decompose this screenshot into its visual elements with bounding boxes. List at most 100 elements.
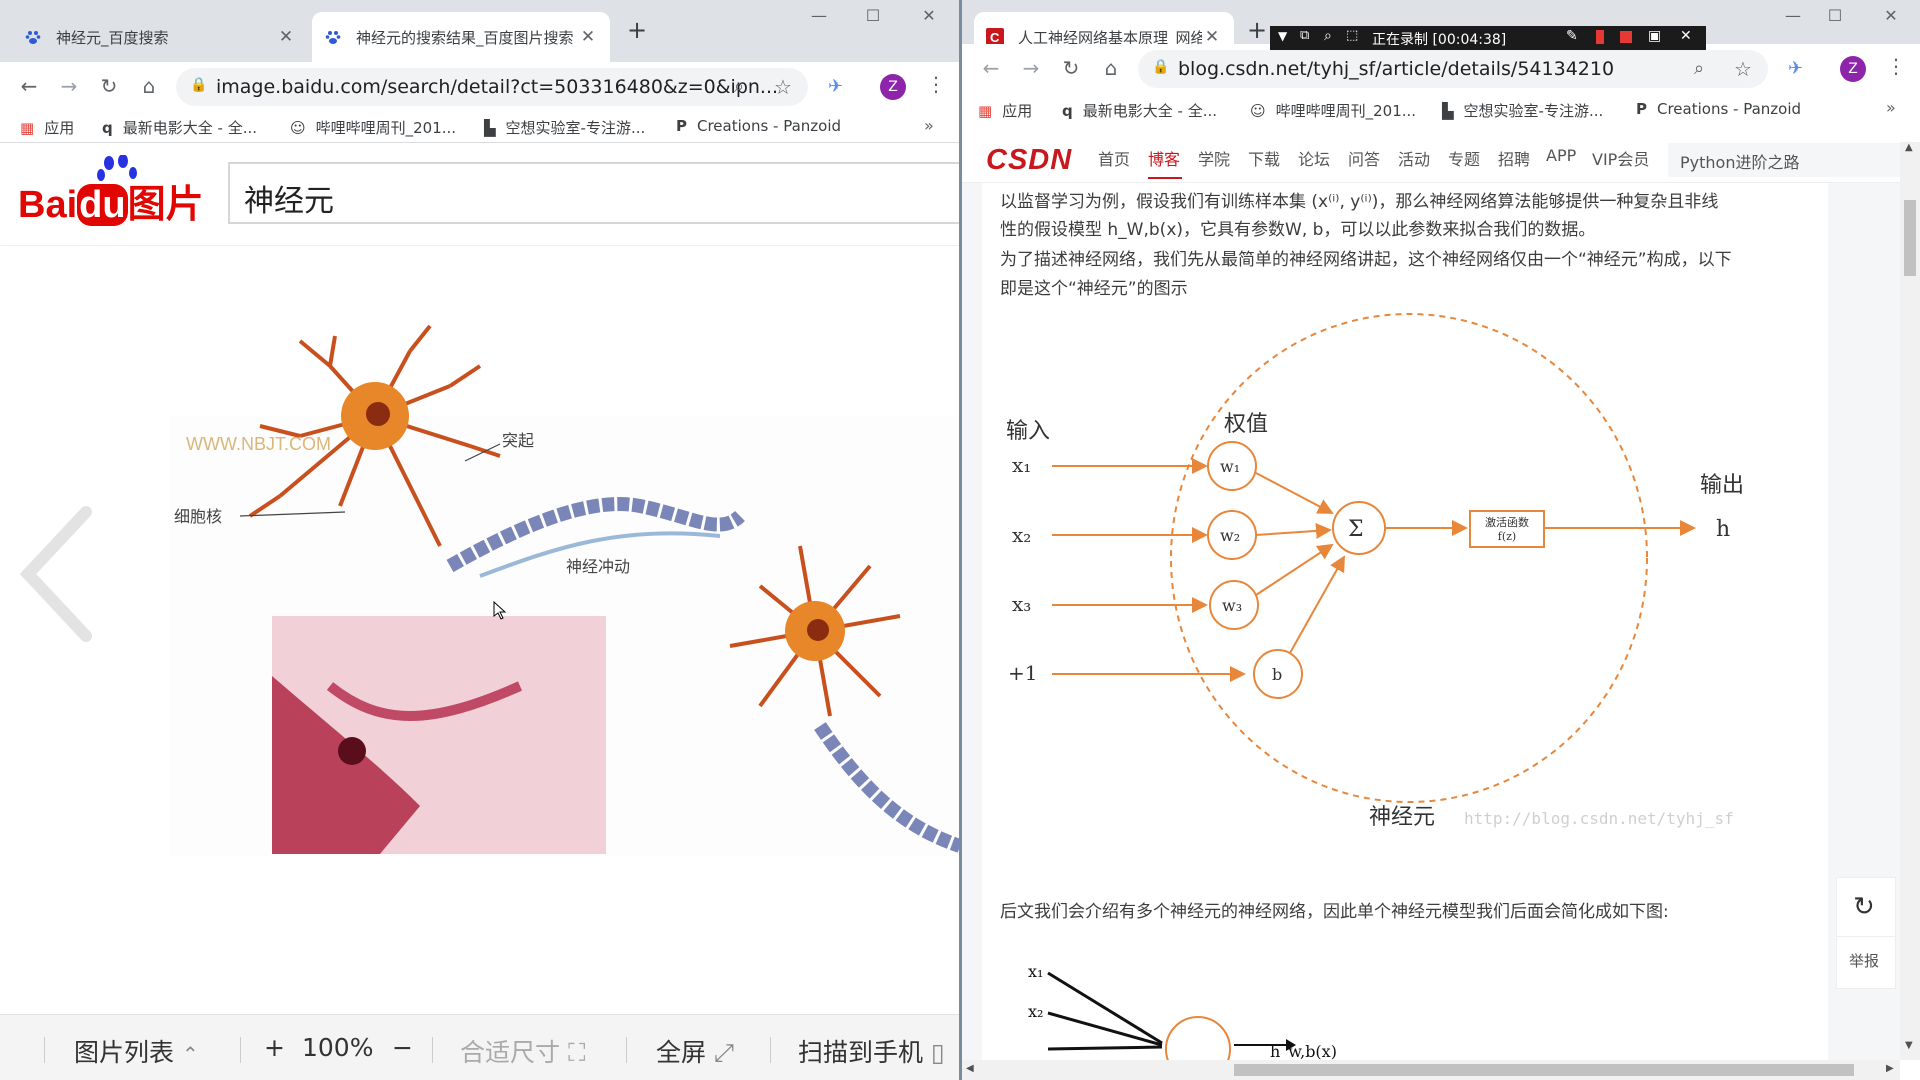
bookmark-apps[interactable]: ▦ 应用 bbox=[20, 117, 74, 138]
sum-symbol: Σ bbox=[1348, 517, 1364, 542]
horizontal-scrollbar[interactable]: ◀ ▶ bbox=[962, 1060, 1900, 1080]
neuron-image[interactable]: WWW.NBJT.COM 细胞核 突起 神经冲动 bbox=[0, 246, 960, 1014]
address-bar[interactable]: 🔒 blog.csdn.net/tyhj_sf/article/details/… bbox=[1138, 50, 1768, 88]
region-icon[interactable]: ⬚ bbox=[1346, 28, 1358, 43]
close-recorder-icon[interactable]: ✕ bbox=[1680, 28, 1692, 44]
stop-icon[interactable] bbox=[1620, 31, 1632, 43]
pen-icon[interactable]: ✎ bbox=[1566, 28, 1578, 44]
phone-icon: ▯ bbox=[930, 1038, 945, 1067]
bookmark-panzoid[interactable]: P Creations - Panzoid bbox=[676, 117, 841, 135]
home-icon[interactable]: ⌂ bbox=[1098, 56, 1124, 80]
nav-app[interactable]: APP bbox=[1546, 146, 1576, 165]
new-tab-button[interactable]: + bbox=[1242, 16, 1272, 44]
nav-download[interactable]: 下载 bbox=[1248, 146, 1280, 170]
bookmark-star-icon[interactable]: ☆ bbox=[774, 75, 792, 99]
image-list-button[interactable]: 图片列表 ⌃ bbox=[74, 1033, 199, 1069]
dropdown-icon[interactable]: ▼ bbox=[1278, 29, 1287, 43]
lock-icon: 🔒 bbox=[190, 77, 208, 93]
csdn-search-input[interactable]: Python进阶之路 bbox=[1668, 143, 1908, 177]
nav-academy[interactable]: 学院 bbox=[1198, 146, 1230, 170]
report-button[interactable]: 举报 bbox=[1849, 950, 1879, 971]
scroll-left-icon[interactable]: ◀ bbox=[966, 1063, 974, 1074]
home-icon[interactable]: ⌂ bbox=[136, 74, 162, 98]
bilibili-icon: ☺ bbox=[1250, 101, 1266, 120]
address-bar[interactable]: 🔒 image.baidu.com/search/detail?ct=50331… bbox=[176, 68, 808, 106]
image-viewer: WWW.NBJT.COM 细胞核 突起 神经冲动 bbox=[0, 246, 960, 1014]
minimize-button[interactable]: — bbox=[796, 6, 842, 25]
scroll-up-icon[interactable]: ▲ bbox=[1905, 142, 1913, 153]
fullscreen-button[interactable]: 全屏 ⤢ bbox=[656, 1033, 734, 1069]
pause-icon[interactable] bbox=[1596, 30, 1604, 44]
zoom-in-button[interactable]: + bbox=[264, 1033, 285, 1062]
refresh-feedback-icon[interactable]: ↻ bbox=[1853, 892, 1875, 922]
back-arrow-icon[interactable]: ← bbox=[16, 74, 42, 98]
nav-blog[interactable]: 博客 bbox=[1148, 146, 1180, 170]
zoom-icon[interactable]: ⌕ bbox=[734, 76, 744, 97]
minimize-button[interactable]: — bbox=[1770, 6, 1816, 25]
nav-home[interactable]: 首页 bbox=[1098, 146, 1130, 170]
zoom-icon[interactable]: ⌕ bbox=[1694, 58, 1704, 79]
extension-icon[interactable]: ✈ bbox=[828, 76, 843, 97]
profile-avatar[interactable]: Z bbox=[1840, 56, 1866, 82]
nav-vip[interactable]: VIP会员 bbox=[1592, 146, 1649, 170]
paragraph-line: 即是这个“神经元”的图示 bbox=[1000, 279, 1188, 299]
forward-arrow-icon[interactable]: → bbox=[56, 74, 82, 98]
reload-icon[interactable]: ↻ bbox=[1058, 56, 1084, 80]
bookmark-movies[interactable]: q 最新电影大全 - 全... bbox=[102, 117, 257, 138]
reload-icon[interactable]: ↻ bbox=[96, 74, 122, 98]
bookmark-bilibili[interactable]: ☺ 哔哩哔哩周刊_201... bbox=[1250, 100, 1416, 121]
scroll-down-icon[interactable]: ▼ bbox=[1905, 1040, 1913, 1051]
bookmark-kongxiang[interactable]: ▙ 空想实验室-专注游... bbox=[1442, 100, 1603, 121]
image-list-label: 图片列表 bbox=[74, 1038, 175, 1067]
vertical-scrollbar[interactable]: ▲ ▼ bbox=[1900, 142, 1920, 1060]
image-search-input[interactable]: 神经元 bbox=[228, 162, 960, 224]
menu-kebab-icon[interactable]: ⋮ bbox=[1886, 54, 1906, 78]
nav-forum[interactable]: 论坛 bbox=[1298, 146, 1330, 170]
csdn-logo[interactable]: CSDN bbox=[986, 144, 1072, 177]
close-tab-icon[interactable]: ✕ bbox=[276, 27, 296, 47]
neuron-label: 神经元 bbox=[1369, 805, 1435, 830]
new-tab-button[interactable]: + bbox=[622, 16, 652, 44]
q-icon: q bbox=[1062, 101, 1073, 120]
bookmark-kongxiang[interactable]: ▙ 空想实验室-专注游... bbox=[484, 117, 645, 138]
scan-label: 扫描到手机 bbox=[798, 1038, 924, 1067]
close-tab-icon[interactable]: ✕ bbox=[578, 27, 598, 47]
magnifier-icon[interactable]: ⌕ bbox=[1324, 28, 1332, 44]
bookmark-bilibili[interactable]: ☺ 哔哩哔哩周刊_201... bbox=[290, 117, 456, 138]
nav-qa[interactable]: 问答 bbox=[1348, 146, 1380, 170]
tab-baidu-image[interactable]: 神经元的搜索结果_百度图片搜索 ✕ bbox=[312, 12, 610, 62]
bookmark-movies[interactable]: q 最新电影大全 - 全... bbox=[1062, 100, 1217, 121]
maximize-button[interactable]: ☐ bbox=[1812, 6, 1858, 25]
extension-icon[interactable]: ✈ bbox=[1788, 58, 1803, 79]
nav-activity[interactable]: 活动 bbox=[1398, 146, 1430, 170]
scrollbar-thumb[interactable] bbox=[1904, 200, 1916, 276]
nav-topics[interactable]: 专题 bbox=[1448, 146, 1480, 170]
diagram-watermark: http://blog.csdn.net/tyhj_sf bbox=[1464, 809, 1734, 828]
weight-label: 权值 bbox=[1224, 412, 1268, 437]
close-window-button[interactable]: ✕ bbox=[1868, 6, 1914, 25]
window-icon[interactable]: ⧉ bbox=[1300, 28, 1309, 43]
panzoid-icon: P bbox=[1636, 100, 1647, 118]
nav-jobs[interactable]: 招聘 bbox=[1498, 146, 1530, 170]
bookmarks-overflow-icon[interactable]: » bbox=[1886, 98, 1896, 117]
scan-to-phone-button[interactable]: 扫描到手机 ▯ bbox=[798, 1033, 945, 1069]
bookmark-panzoid[interactable]: P Creations - Panzoid bbox=[1636, 100, 1801, 118]
scroll-right-icon[interactable]: ▶ bbox=[1886, 1063, 1894, 1074]
q-icon: q bbox=[102, 118, 113, 137]
menu-kebab-icon[interactable]: ⋮ bbox=[926, 72, 946, 96]
camera-icon[interactable]: ▣ bbox=[1648, 28, 1661, 44]
maximize-button[interactable]: ☐ bbox=[850, 6, 896, 25]
bookmark-star-icon[interactable]: ☆ bbox=[1734, 57, 1752, 81]
profile-avatar[interactable]: Z bbox=[880, 74, 906, 100]
expand-icon: ⤢ bbox=[713, 1038, 734, 1067]
close-window-button[interactable]: ✕ bbox=[906, 6, 952, 25]
back-arrow-icon[interactable]: ← bbox=[978, 56, 1004, 80]
forward-arrow-icon[interactable]: → bbox=[1018, 56, 1044, 80]
fit-size-button[interactable]: 合适尺寸 ⛶ bbox=[460, 1033, 585, 1069]
bookmark-apps[interactable]: ▦ 应用 bbox=[978, 100, 1032, 121]
zoom-out-button[interactable]: − bbox=[392, 1033, 413, 1062]
scrollbar-thumb[interactable] bbox=[1234, 1064, 1854, 1076]
bookmarks-overflow-icon[interactable]: » bbox=[924, 116, 934, 135]
right-bookmarks-bar: ▦ 应用 q 最新电影大全 - 全... ☺ 哔哩哔哩周刊_201... ▙ 空… bbox=[962, 94, 1920, 140]
tab-baidu-search[interactable]: 神经元_百度搜索 ✕ bbox=[12, 12, 308, 62]
